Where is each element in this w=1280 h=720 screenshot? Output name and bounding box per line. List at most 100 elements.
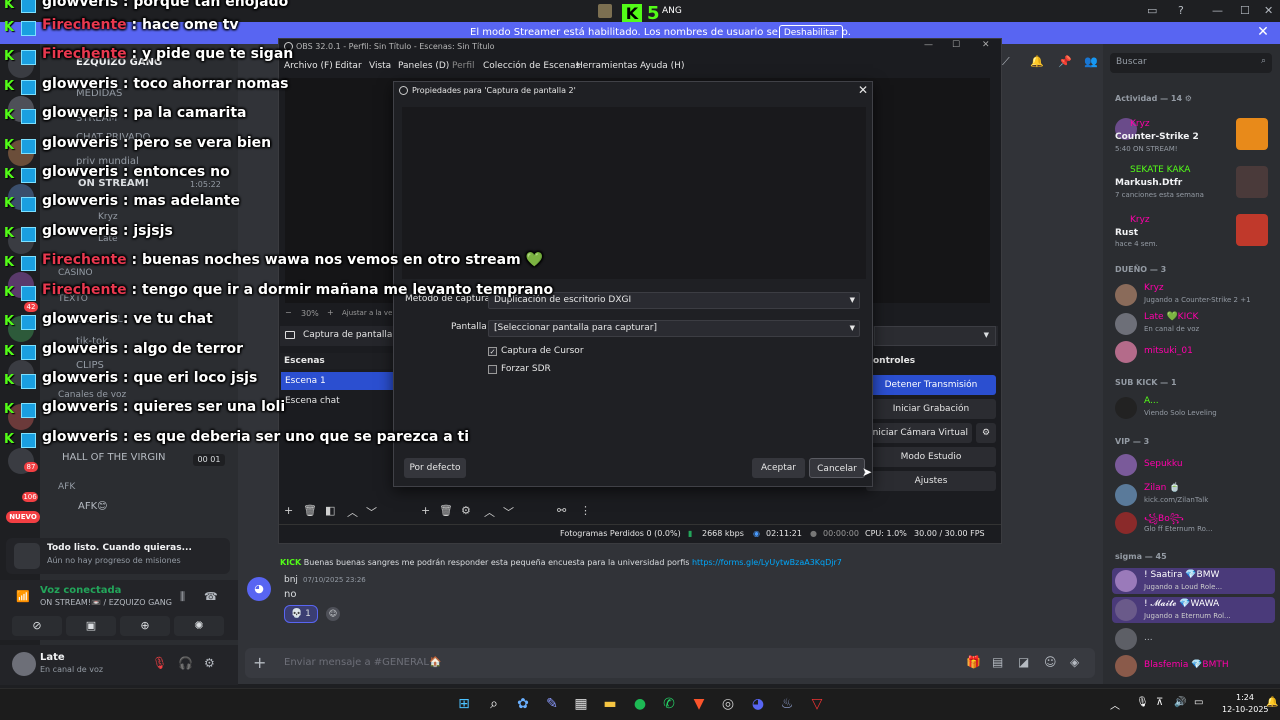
avatar[interactable] (1115, 454, 1137, 476)
survey-link[interactable]: https://forms.gle/LyUytwBzaA3KqDjr7 (692, 558, 842, 567)
avatar[interactable] (1115, 512, 1137, 534)
plus-icon[interactable]: + (253, 653, 266, 672)
defaults-button[interactable]: Por defecto (404, 458, 466, 478)
whatsapp-icon[interactable]: ✆ (660, 695, 678, 713)
scene-item[interactable]: Escena chat (281, 394, 393, 410)
minimize-icon[interactable]: — (1212, 4, 1223, 17)
valorant-icon[interactable]: ▽ (808, 695, 826, 713)
more-icon[interactable]: ⋮ (580, 504, 591, 517)
discord-avatar-icon[interactable]: ◕ (247, 577, 271, 601)
message-author[interactable]: bnj (284, 575, 298, 585)
avatar[interactable] (1115, 284, 1137, 306)
close-icon[interactable]: ✕ (982, 40, 990, 50)
settings-button[interactable]: Ajustes (866, 471, 996, 491)
capture-cursor-checkbox[interactable]: ✓ (488, 347, 497, 356)
steam-icon[interactable]: ♨ (778, 695, 796, 713)
menu-profile[interactable]: Perfil (452, 61, 475, 71)
menu-docks[interactable]: Paneles (D) (398, 61, 449, 71)
mic-icon[interactable]: 🎙 (1136, 697, 1149, 708)
battery-icon[interactable]: ▭ (1194, 697, 1203, 708)
soundboard-button[interactable]: ✺ (174, 616, 224, 636)
store-icon[interactable]: ▦ (572, 695, 590, 713)
voice-channel-hall[interactable]: HALL OF THE VIRGIN (62, 452, 166, 463)
gift-icon[interactable]: 🎁 (966, 655, 981, 669)
skull-reaction[interactable]: 💀 1 (284, 605, 318, 623)
voice-channel-afk[interactable]: AFK😊 (78, 501, 108, 512)
discord-taskbar-icon[interactable]: ◕ (749, 695, 767, 713)
member-name[interactable]: ... (1144, 633, 1153, 643)
pin-icon[interactable]: 📌 (1058, 55, 1072, 68)
camera-off-button[interactable]: ⊘ (12, 616, 62, 636)
spotify-icon[interactable]: ● (631, 695, 649, 713)
headphones-muted-icon[interactable]: 🎧 (178, 656, 193, 670)
member-name[interactable]: ! 𝓜𝓪𝓲𝓽𝓮 💎WAWA (1144, 599, 1219, 609)
help-icon[interactable]: ? (1178, 4, 1184, 17)
add-reaction-icon[interactable]: ☺ (326, 607, 340, 621)
volume-icon[interactable]: 🔊 (1174, 697, 1186, 708)
chevron-up-icon[interactable]: ︿ (1110, 697, 1120, 712)
avatar[interactable] (1115, 397, 1137, 419)
clock-time[interactable]: 1:24 (1236, 693, 1254, 702)
member-name[interactable]: Kryz (1130, 119, 1150, 129)
voice-channel-name[interactable]: ON STREAM!📼 / EZQUIZO GANG (40, 598, 172, 607)
move-down-icon[interactable]: ﹀ (503, 504, 514, 520)
zoom-out-icon[interactable]: − (285, 308, 292, 317)
member-name[interactable]: Kryz (1144, 283, 1164, 293)
accept-button[interactable]: Aceptar (752, 458, 805, 478)
voice-member[interactable]: Kryz (98, 212, 118, 222)
start-recording-button[interactable]: Iniciar Grabación (866, 399, 996, 419)
mic-muted-icon[interactable]: 🎙 (152, 656, 167, 670)
avatar[interactable] (12, 652, 36, 676)
cancel-button[interactable]: Cancelar (809, 458, 865, 478)
scene-item[interactable]: Escena 1 (281, 372, 393, 390)
avatar[interactable] (1115, 628, 1137, 650)
menu-view[interactable]: Vista (369, 61, 391, 71)
close-window-icon[interactable]: ✕ (1264, 4, 1273, 17)
virtual-camera-gear-icon[interactable]: ⚙ (976, 423, 996, 443)
menu-file[interactable]: Archivo (F) (284, 61, 333, 71)
gear-icon[interactable]: ⚙ (461, 504, 471, 517)
apps-icon[interactable]: ◈ (1070, 655, 1079, 669)
inbox-icon[interactable]: ▭ (1147, 4, 1157, 17)
transition-select[interactable]: ▼ (874, 326, 996, 346)
mute-icon[interactable]: 🔔 (1030, 55, 1044, 68)
threads-icon[interactable]: ⟋ (1002, 55, 1010, 69)
member-name[interactable]: ! Saatira 💎BMW (1144, 570, 1219, 580)
wifi-icon[interactable]: ⊼ (1156, 697, 1163, 708)
trash-icon[interactable]: 🗑 (303, 504, 317, 517)
clock-date[interactable]: 12-10-2025 (1222, 705, 1269, 714)
channel-category[interactable]: CASINO (58, 268, 93, 278)
trash-icon[interactable]: 🗑 (439, 504, 453, 517)
screen-select[interactable]: [Seleccionar pantalla para capturar] ▼ (488, 320, 860, 337)
banner-close-icon[interactable]: ✕ (1255, 24, 1271, 40)
activity-button[interactable]: ⊕ (120, 616, 170, 636)
member-name[interactable]: Blasfemia 💎BMTH (1144, 660, 1229, 670)
maximize-icon[interactable]: ☐ (952, 40, 960, 50)
member-name[interactable]: mitsuki_01 (1144, 346, 1193, 356)
menu-help[interactable]: Ayuda (H) (640, 61, 684, 71)
avatar[interactable] (1115, 655, 1137, 677)
member-name[interactable]: SEKATE KAKA (1130, 165, 1190, 175)
zoom-in-icon[interactable]: + (327, 308, 334, 317)
member-name[interactable]: A... (1144, 396, 1159, 406)
minimize-icon[interactable]: — (924, 40, 933, 50)
link-icon[interactable]: ⚯ (557, 504, 566, 517)
menu-tools[interactable]: Herramientas (576, 61, 637, 71)
copilot-icon[interactable]: ✿ (514, 695, 532, 713)
search-input[interactable]: Buscar ⌕ (1110, 53, 1272, 73)
member-name[interactable]: Sepukku (1144, 459, 1183, 469)
close-icon[interactable]: ✕ (857, 83, 869, 97)
member-name[interactable]: Zilan 🍵 (1144, 483, 1180, 493)
noise-suppression-icon[interactable]: ⫼ (180, 590, 185, 604)
menu-scene-collection[interactable]: Colección de Escenas (483, 61, 580, 71)
sticker-icon[interactable]: ◪ (1018, 655, 1029, 669)
filter-icon[interactable]: ◧ (325, 504, 335, 517)
avatar[interactable] (1115, 570, 1137, 592)
fit-to-view[interactable]: Ajustar a la ve (342, 309, 392, 317)
add-icon[interactable]: + (284, 504, 293, 517)
pen-icon[interactable]: ✎ (543, 695, 561, 713)
gif-icon[interactable]: ▤ (992, 655, 1003, 669)
obs-taskbar-icon[interactable]: ◎ (719, 695, 737, 713)
folder-icon[interactable]: ▬ (601, 695, 619, 713)
member-name[interactable]: Kryz (1130, 215, 1150, 225)
